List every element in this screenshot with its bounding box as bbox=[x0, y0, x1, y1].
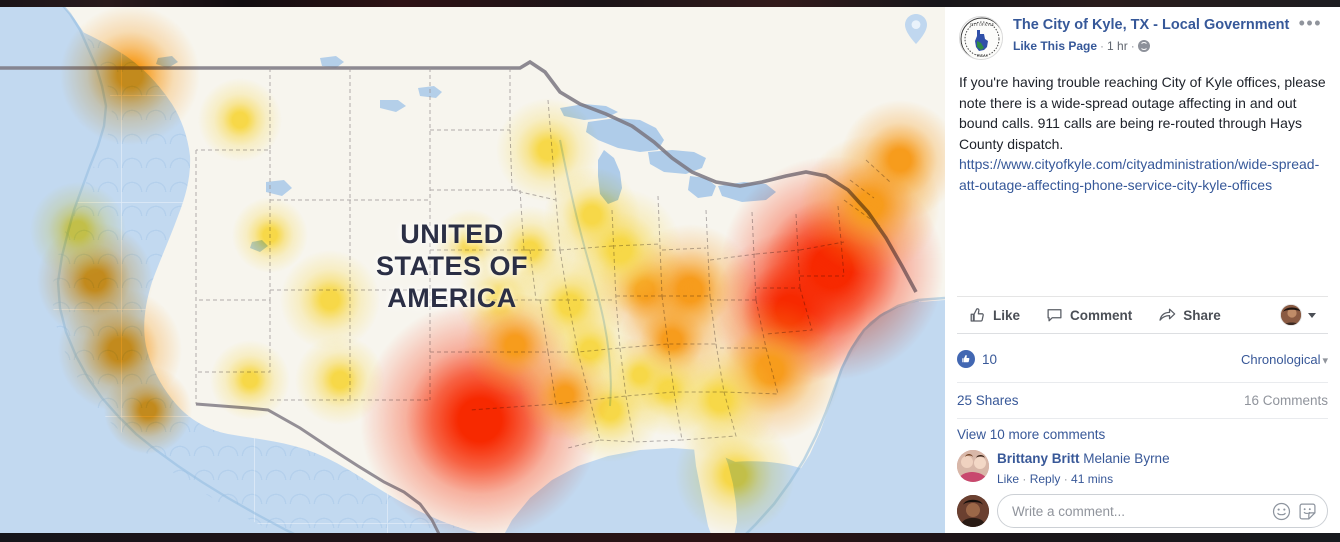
heat-blob-mississippi bbox=[602, 337, 678, 413]
profile-avatar[interactable] bbox=[1280, 304, 1302, 326]
share-arrow-icon bbox=[1159, 308, 1176, 321]
like-label: Like bbox=[993, 307, 1021, 323]
page-name-link[interactable]: The City of Kyle, TX - Local Government bbox=[1013, 16, 1295, 35]
heat-blob-east-texas bbox=[519, 349, 611, 441]
comment-timestamp: 41 mins bbox=[1071, 472, 1114, 486]
speech-bubble-icon bbox=[1047, 308, 1062, 321]
window-bottom-chrome bbox=[0, 533, 1340, 542]
post-timestamp[interactable]: 1 hr bbox=[1107, 39, 1128, 53]
like-reaction-icon bbox=[957, 350, 975, 368]
post-action-bar: Like Comment Share bbox=[957, 296, 1328, 334]
sticker-icon[interactable] bbox=[1298, 502, 1317, 521]
comment-count[interactable]: 16 Comments bbox=[1244, 393, 1328, 408]
reaction-count[interactable]: 10 bbox=[982, 352, 997, 367]
comment-label: Comment bbox=[1070, 307, 1133, 323]
heat-blob-new-mexico bbox=[295, 335, 385, 425]
like-this-page-link[interactable]: Like This Page bbox=[1013, 39, 1097, 53]
heat-blob-florida bbox=[675, 415, 795, 535]
globe-icon[interactable] bbox=[1137, 40, 1150, 52]
post-meta: Like This Page · 1 hr · bbox=[1013, 38, 1295, 54]
svg-text:CITY OF KYLE: CITY OF KYLE bbox=[970, 23, 995, 27]
heat-blob-arizona bbox=[210, 340, 290, 420]
comment-author[interactable]: Brittany Britt bbox=[997, 451, 1080, 466]
chevron-down-icon: ▾ bbox=[1322, 354, 1328, 367]
commenter-avatar[interactable] bbox=[957, 450, 989, 482]
post-link[interactable]: https://www.cityofkyle.com/cityadministr… bbox=[959, 156, 1319, 193]
post-body: If you're having trouble reaching City o… bbox=[945, 60, 1340, 195]
comment-tagged-user[interactable]: Melanie Byrne bbox=[1083, 451, 1169, 466]
heat-blob-idaho-montana bbox=[198, 78, 282, 162]
heat-blob-pacific-northwest bbox=[60, 5, 200, 145]
country-label: UNITED STATES OF AMERICA bbox=[376, 219, 528, 313]
comment-actions: Like · Reply · 41 mins bbox=[997, 472, 1114, 486]
facebook-post-panel: CITY OF KYLE TEXAS The City of Kyle, TX … bbox=[945, 0, 1340, 542]
svg-text:TEXAS: TEXAS bbox=[976, 54, 988, 58]
comment-like-link[interactable]: Like bbox=[997, 472, 1019, 486]
share-count[interactable]: 25 Shares bbox=[957, 393, 1019, 408]
emoji-icon[interactable] bbox=[1272, 502, 1291, 521]
heat-blob-utah bbox=[232, 197, 308, 273]
screenshot-root: UNITED STATES OF AMERICA CITY OF KYLE TE… bbox=[0, 0, 1340, 542]
user-avatar[interactable] bbox=[957, 495, 989, 527]
comment-composer bbox=[957, 494, 1328, 528]
share-comment-counts-row: 25 Shares 16 Comments bbox=[957, 383, 1328, 419]
post-text: If you're having trouble reaching City o… bbox=[959, 74, 1326, 152]
post-header: CITY OF KYLE TEXAS The City of Kyle, TX … bbox=[945, 0, 1340, 60]
view-more-comments-link[interactable]: View 10 more comments bbox=[957, 427, 1105, 442]
heat-blob-north-california bbox=[30, 182, 126, 278]
reaction-summary-row: 10 Chronological ▾ bbox=[957, 336, 1328, 383]
comment-button[interactable]: Comment bbox=[1046, 307, 1132, 324]
comment-item: Brittany Britt Melanie Byrne Like · Repl… bbox=[957, 450, 1328, 488]
outage-heatmap[interactable]: UNITED STATES OF AMERICA bbox=[0, 0, 945, 542]
heat-blob-minnesota bbox=[496, 98, 600, 202]
like-button[interactable]: Like bbox=[969, 307, 1020, 324]
share-button[interactable]: Share bbox=[1158, 307, 1221, 324]
post-as-profile-selector[interactable] bbox=[1280, 304, 1316, 326]
comment-sort-selector[interactable]: Chronological ▾ bbox=[1241, 352, 1328, 367]
window-top-chrome bbox=[0, 0, 1340, 7]
comment-input[interactable] bbox=[1012, 503, 1265, 519]
comment-reply-link[interactable]: Reply bbox=[1030, 472, 1061, 486]
chevron-down-icon[interactable] bbox=[1308, 312, 1316, 318]
comment-input-box[interactable] bbox=[997, 494, 1328, 528]
heat-blob-san-diego bbox=[104, 366, 192, 454]
comment-body: Brittany Britt Melanie Byrne Like · Repl… bbox=[997, 450, 1170, 488]
comment-sort-label: Chronological bbox=[1240, 351, 1321, 367]
page-seal-avatar[interactable]: CITY OF KYLE TEXAS bbox=[959, 16, 1003, 60]
ellipsis-icon[interactable]: ••• bbox=[1295, 14, 1326, 32]
map-pin-icon[interactable] bbox=[905, 14, 927, 44]
thumbs-up-icon bbox=[970, 307, 984, 322]
share-label: Share bbox=[1183, 307, 1221, 323]
